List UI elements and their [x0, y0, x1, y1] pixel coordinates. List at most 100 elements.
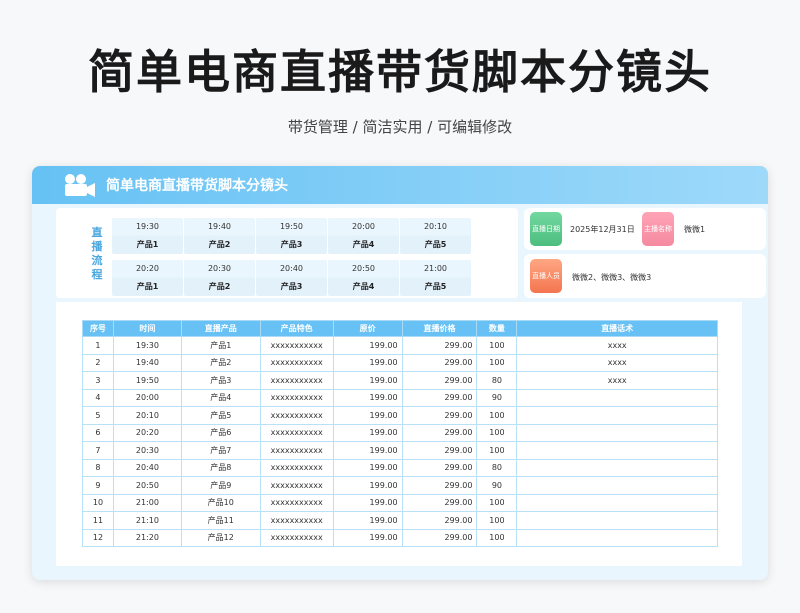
- table-cell: 100: [476, 493, 518, 512]
- table-cell: [516, 406, 718, 425]
- table-cell: xxxxxxxxxxx: [259, 441, 334, 460]
- table-cell: 产品7: [180, 441, 261, 460]
- page-title: 简单电商直播带货脚本分镜头: [88, 45, 712, 99]
- table-cell: 90: [476, 476, 518, 495]
- table-cell: 299.00: [401, 476, 478, 495]
- table-cell: 9: [82, 476, 114, 495]
- table-cell: 10: [82, 493, 114, 512]
- table-cell: 299.00: [401, 423, 478, 442]
- table-cell: xxxxxxxxxxx: [259, 388, 334, 407]
- table-cell: 100: [476, 423, 518, 442]
- table-cell: [516, 458, 718, 477]
- table-cell: 199.00: [332, 493, 403, 512]
- table-cell: 20:00: [112, 388, 182, 407]
- table-cell: 6: [82, 423, 114, 442]
- table-row: 1 19:30 产品1 xxxxxxxxxxx 199.00 299.00 100 xxxx: [82, 336, 718, 355]
- flow-step-product: 产品5: [424, 240, 447, 249]
- table-cell: [516, 511, 718, 530]
- table-cell: 5: [82, 406, 114, 425]
- flow-step-time: 20:00: [351, 222, 376, 231]
- table-header-row: 序号 时间 直播产品 产品特色 原价 直播价格 数量 直播话术: [82, 320, 718, 337]
- table-cell: 4: [82, 388, 114, 407]
- table-cell: 299.00: [401, 336, 478, 355]
- table-cell: 20:40: [112, 458, 182, 477]
- table-cell: 19:30: [112, 336, 182, 355]
- table-cell: xxxxxxxxxxx: [259, 336, 334, 355]
- flow-step: 20:00 产品4: [328, 218, 399, 254]
- flow-step: 20:10 产品5: [400, 218, 471, 254]
- flow-step-time: 20:20: [135, 264, 160, 273]
- table-cell: [516, 476, 718, 495]
- live-date-badge: 直播日期: [530, 212, 562, 246]
- table-cell: 3: [82, 371, 114, 390]
- column-header: 产品特色: [259, 320, 334, 337]
- flow-step: 19:30 产品1: [112, 218, 183, 254]
- table-cell: xxxx: [516, 353, 718, 372]
- table-cell: 100: [476, 336, 518, 355]
- table-cell: 11: [82, 511, 114, 530]
- flow-step-time: 21:00: [423, 264, 448, 273]
- table-cell: xxxxxxxxxxx: [259, 423, 334, 442]
- table-cell: 299.00: [401, 441, 478, 460]
- column-header: 直播价格: [401, 320, 478, 337]
- flow-step-product: 产品5: [424, 282, 447, 291]
- table-cell: 产品2: [180, 353, 261, 372]
- table-row: 10 21:00 产品10 xxxxxxxxxxx 199.00 299.00 100: [82, 493, 718, 512]
- table-panel: 序号 时间 直播产品 产品特色 原价 直播价格 数量 直播话术 1 19:30 产品1 xxxxxx…: [56, 302, 742, 566]
- table-row: 4 20:00 产品4 xxxxxxxxxxx 199.00 299.00 90: [82, 388, 718, 407]
- table-cell: 90: [476, 388, 518, 407]
- table-cell: xxxxxxxxxxx: [259, 493, 334, 512]
- table-cell: 299.00: [401, 511, 478, 530]
- table-cell: 8: [82, 458, 114, 477]
- flow-step-product: 产品4: [352, 240, 375, 249]
- table-row: 6 20:20 产品6 xxxxxxxxxxx 199.00 299.00 100: [82, 423, 718, 442]
- table-cell: 产品1: [180, 336, 261, 355]
- table-cell: 100: [476, 528, 518, 547]
- flow-step-time: 20:30: [207, 264, 232, 273]
- table-cell: 产品9: [180, 476, 261, 495]
- flow-step: 19:40 产品2: [184, 218, 255, 254]
- table-cell: xxxx: [516, 336, 718, 355]
- table-row: 7 20:30 产品7 xxxxxxxxxxx 199.00 299.00 100: [82, 441, 718, 460]
- column-header: 序号: [82, 320, 114, 337]
- table-cell: 产品5: [180, 406, 261, 425]
- flow-step: 20:20 产品1: [112, 260, 183, 296]
- table-cell: 21:00: [112, 493, 182, 512]
- flow-step-time: 19:40: [207, 222, 232, 231]
- table-cell: 产品8: [180, 458, 261, 477]
- table-cell: 2: [82, 353, 114, 372]
- table-cell: 产品4: [180, 388, 261, 407]
- host-name-value: 微微1: [684, 225, 706, 234]
- table-cell: 产品12: [180, 528, 261, 547]
- table-cell: 19:50: [112, 371, 182, 390]
- table-cell: 199.00: [332, 371, 403, 390]
- table-cell: 20:10: [112, 406, 182, 425]
- table-row: 9 20:50 产品9 xxxxxxxxxxx 199.00 299.00 90: [82, 476, 718, 495]
- card-header: 简单电商直播带货脚本分镜头: [32, 166, 768, 204]
- flow-step: 20:50 产品4: [328, 260, 399, 296]
- table-cell: 199.00: [332, 441, 403, 460]
- table-cell: 21:10: [112, 511, 182, 530]
- flow-step-product: 产品2: [208, 240, 231, 249]
- table-row: 12 21:20 产品12 xxxxxxxxxxx 199.00 299.00 100: [82, 528, 718, 547]
- column-header: 数量: [476, 320, 518, 337]
- table-cell: 20:30: [112, 441, 182, 460]
- flow-step-product: 产品1: [136, 240, 159, 249]
- table-cell: 产品11: [180, 511, 261, 530]
- table-cell: 299.00: [401, 458, 478, 477]
- table-cell: 299.00: [401, 371, 478, 390]
- table-row: 2 19:40 产品2 xxxxxxxxxxx 199.00 299.00 100 xxxx: [82, 353, 718, 372]
- table-cell: 199.00: [332, 511, 403, 530]
- live-staff-value: 微微2、微微3、微微3: [572, 273, 652, 282]
- table-cell: 80: [476, 371, 518, 390]
- table-cell: 产品10: [180, 493, 261, 512]
- table-cell: 1: [82, 336, 114, 355]
- table-row: 5 20:10 产品5 xxxxxxxxxxx 199.00 299.00 100: [82, 406, 718, 425]
- flow-row-2: 20:20 产品1 20:30 产品2 20:40 产品3 20:50 产品4 21:00 产品5: [112, 260, 472, 296]
- flow-step-time: 20:50: [351, 264, 376, 273]
- live-staff-badge: 直播人员: [530, 259, 562, 293]
- table-cell: xxxxxxxxxxx: [259, 476, 334, 495]
- flow-step-product: 产品1: [136, 282, 159, 291]
- flow-row-1: 19:30 产品1 19:40 产品2 19:50 产品3 20:00 产品4 20:10 产品5: [112, 218, 472, 254]
- table-cell: [516, 423, 718, 442]
